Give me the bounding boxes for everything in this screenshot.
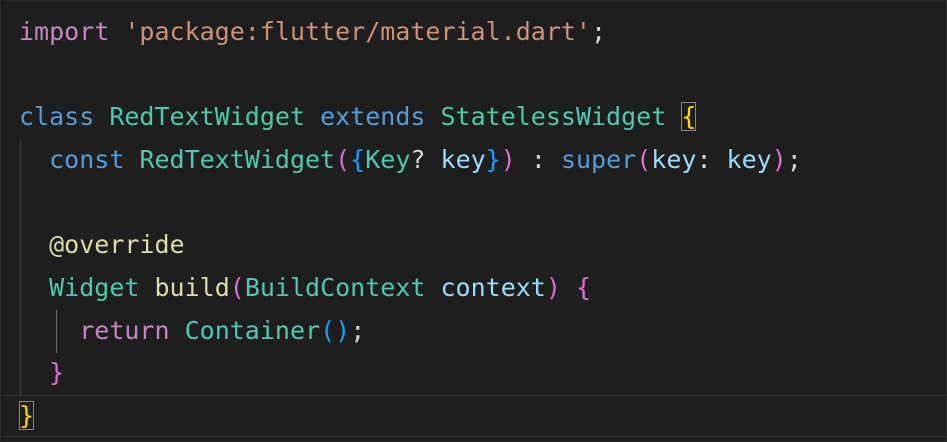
named-arg-colon: : bbox=[696, 145, 727, 174]
return-type: Widget bbox=[49, 273, 140, 302]
code-line-1[interactable]: import 'package:flutter/material.dart'; bbox=[19, 11, 606, 53]
super-paren-open: ( bbox=[636, 145, 652, 174]
method-paren-open: ( bbox=[229, 273, 245, 302]
override-annotation: @override bbox=[49, 230, 185, 259]
named-arg: key bbox=[651, 145, 697, 174]
code-line-9[interactable]: } bbox=[19, 352, 64, 394]
method-paren-close: ) bbox=[545, 273, 561, 302]
ctor-paren-open: ( bbox=[335, 145, 351, 174]
current-line-highlight bbox=[1, 395, 946, 437]
class-keyword: class bbox=[19, 102, 95, 131]
method-open-brace: { bbox=[575, 273, 592, 302]
semicolon: ; bbox=[590, 17, 607, 46]
ctor-brace-close: } bbox=[485, 145, 501, 174]
class-open-brace: { bbox=[681, 102, 697, 131]
import-keyword: import bbox=[19, 17, 110, 46]
key-param: key bbox=[440, 145, 486, 174]
container-call: Container bbox=[184, 316, 321, 345]
super-paren-close: ) bbox=[771, 145, 787, 174]
code-editor[interactable]: import 'package:flutter/material.dart'; … bbox=[0, 0, 947, 442]
call-paren-open: ( bbox=[320, 316, 336, 345]
initializer-colon: : bbox=[515, 145, 561, 174]
call-paren-close: ) bbox=[335, 316, 351, 345]
class-name: RedTextWidget bbox=[109, 102, 305, 131]
code-line-6[interactable]: @override bbox=[19, 224, 185, 266]
param-type: BuildContext bbox=[244, 273, 426, 302]
const-keyword: const bbox=[49, 145, 125, 174]
return-keyword: return bbox=[79, 316, 170, 345]
code-line-8[interactable]: return Container(); bbox=[19, 310, 365, 352]
super-keyword: super bbox=[560, 145, 637, 174]
nullable-marker: ? bbox=[410, 145, 426, 174]
code-line-3[interactable]: class RedTextWidget extends StatelessWid… bbox=[19, 96, 697, 138]
semicolon: ; bbox=[350, 316, 366, 345]
base-class-name: StatelessWidget bbox=[440, 102, 667, 131]
method-name: build bbox=[154, 273, 230, 302]
method-close-brace: } bbox=[49, 358, 65, 387]
arg-value: key bbox=[726, 145, 772, 174]
constructor-name: RedTextWidget bbox=[139, 145, 336, 174]
key-type: Key bbox=[365, 145, 411, 174]
extends-keyword: extends bbox=[320, 102, 426, 131]
code-line-10[interactable]: } bbox=[19, 395, 35, 437]
ctor-brace-open: { bbox=[350, 145, 366, 174]
import-path-string: 'package:flutter/material.dart' bbox=[124, 17, 591, 46]
class-close-brace: } bbox=[19, 401, 35, 430]
code-line-7[interactable]: Widget build(BuildContext context) { bbox=[19, 267, 591, 309]
param-name: context bbox=[440, 273, 546, 302]
semicolon: ; bbox=[786, 145, 802, 174]
ctor-paren-close: ) bbox=[500, 145, 516, 174]
code-line-4[interactable]: const RedTextWidget({Key? key}) : super(… bbox=[19, 139, 802, 181]
